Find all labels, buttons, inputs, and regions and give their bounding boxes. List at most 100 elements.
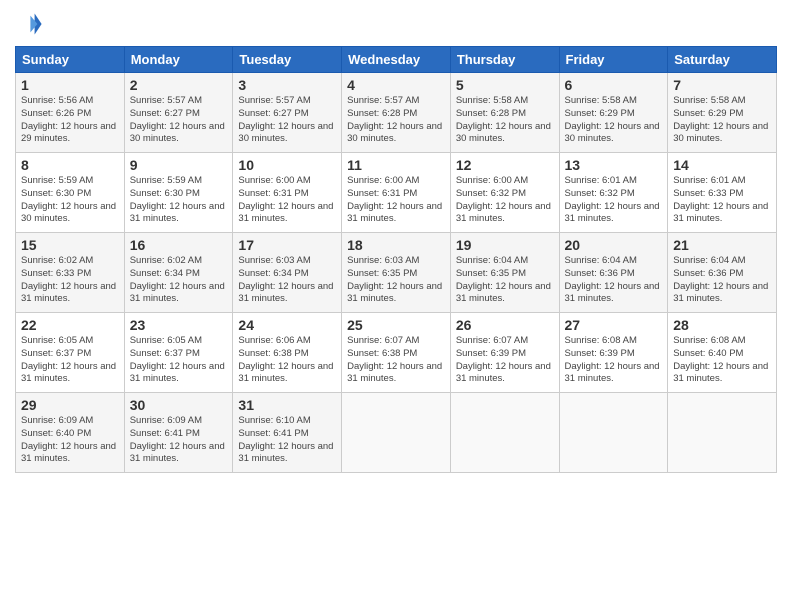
- logo-icon: [15, 10, 43, 38]
- calendar-cell: 22 Sunrise: 6:05 AM Sunset: 6:37 PM Dayl…: [16, 313, 125, 393]
- header-thursday: Thursday: [450, 47, 559, 73]
- day-number: 18: [347, 237, 445, 253]
- calendar-cell: 23 Sunrise: 6:05 AM Sunset: 6:37 PM Dayl…: [124, 313, 233, 393]
- day-number: 25: [347, 317, 445, 333]
- day-info: Sunrise: 6:01 AM Sunset: 6:33 PM Dayligh…: [673, 175, 771, 226]
- day-number: 7: [673, 77, 771, 93]
- days-of-week-row: SundayMondayTuesdayWednesdayThursdayFrid…: [16, 47, 777, 73]
- calendar-cell: [559, 393, 668, 473]
- day-info: Sunrise: 6:00 AM Sunset: 6:32 PM Dayligh…: [456, 175, 554, 226]
- day-info: Sunrise: 5:59 AM Sunset: 6:30 PM Dayligh…: [21, 175, 119, 226]
- day-number: 8: [21, 157, 119, 173]
- day-info: Sunrise: 6:04 AM Sunset: 6:35 PM Dayligh…: [456, 255, 554, 306]
- day-info: Sunrise: 6:02 AM Sunset: 6:34 PM Dayligh…: [130, 255, 228, 306]
- calendar-cell: [450, 393, 559, 473]
- day-number: 28: [673, 317, 771, 333]
- header-tuesday: Tuesday: [233, 47, 342, 73]
- day-number: 9: [130, 157, 228, 173]
- calendar-cell: 31 Sunrise: 6:10 AM Sunset: 6:41 PM Dayl…: [233, 393, 342, 473]
- calendar-cell: 18 Sunrise: 6:03 AM Sunset: 6:35 PM Dayl…: [342, 233, 451, 313]
- day-info: Sunrise: 6:10 AM Sunset: 6:41 PM Dayligh…: [238, 415, 336, 466]
- day-info: Sunrise: 6:05 AM Sunset: 6:37 PM Dayligh…: [130, 335, 228, 386]
- calendar-cell: 10 Sunrise: 6:00 AM Sunset: 6:31 PM Dayl…: [233, 153, 342, 233]
- calendar-cell: 11 Sunrise: 6:00 AM Sunset: 6:31 PM Dayl…: [342, 153, 451, 233]
- week-row-5: 29 Sunrise: 6:09 AM Sunset: 6:40 PM Dayl…: [16, 393, 777, 473]
- calendar-cell: 2 Sunrise: 5:57 AM Sunset: 6:27 PM Dayli…: [124, 73, 233, 153]
- day-number: 1: [21, 77, 119, 93]
- day-info: Sunrise: 6:01 AM Sunset: 6:32 PM Dayligh…: [565, 175, 663, 226]
- day-number: 31: [238, 397, 336, 413]
- day-number: 11: [347, 157, 445, 173]
- calendar-cell: 21 Sunrise: 6:04 AM Sunset: 6:36 PM Dayl…: [668, 233, 777, 313]
- day-number: 5: [456, 77, 554, 93]
- calendar-cell: [668, 393, 777, 473]
- day-number: 19: [456, 237, 554, 253]
- calendar-cell: 26 Sunrise: 6:07 AM Sunset: 6:39 PM Dayl…: [450, 313, 559, 393]
- day-info: Sunrise: 5:57 AM Sunset: 6:27 PM Dayligh…: [130, 95, 228, 146]
- day-info: Sunrise: 5:57 AM Sunset: 6:28 PM Dayligh…: [347, 95, 445, 146]
- day-number: 30: [130, 397, 228, 413]
- header-monday: Monday: [124, 47, 233, 73]
- day-number: 22: [21, 317, 119, 333]
- week-row-2: 8 Sunrise: 5:59 AM Sunset: 6:30 PM Dayli…: [16, 153, 777, 233]
- calendar-body: 1 Sunrise: 5:56 AM Sunset: 6:26 PM Dayli…: [16, 73, 777, 473]
- day-number: 12: [456, 157, 554, 173]
- calendar-cell: 20 Sunrise: 6:04 AM Sunset: 6:36 PM Dayl…: [559, 233, 668, 313]
- calendar-cell: 1 Sunrise: 5:56 AM Sunset: 6:26 PM Dayli…: [16, 73, 125, 153]
- day-info: Sunrise: 6:04 AM Sunset: 6:36 PM Dayligh…: [673, 255, 771, 306]
- header-sunday: Sunday: [16, 47, 125, 73]
- day-info: Sunrise: 6:07 AM Sunset: 6:38 PM Dayligh…: [347, 335, 445, 386]
- calendar-cell: 13 Sunrise: 6:01 AM Sunset: 6:32 PM Dayl…: [559, 153, 668, 233]
- calendar-cell: 25 Sunrise: 6:07 AM Sunset: 6:38 PM Dayl…: [342, 313, 451, 393]
- page-container: SundayMondayTuesdayWednesdayThursdayFrid…: [0, 0, 792, 483]
- day-number: 6: [565, 77, 663, 93]
- day-number: 17: [238, 237, 336, 253]
- day-number: 27: [565, 317, 663, 333]
- day-info: Sunrise: 6:09 AM Sunset: 6:40 PM Dayligh…: [21, 415, 119, 466]
- week-row-1: 1 Sunrise: 5:56 AM Sunset: 6:26 PM Dayli…: [16, 73, 777, 153]
- header-friday: Friday: [559, 47, 668, 73]
- calendar-cell: 17 Sunrise: 6:03 AM Sunset: 6:34 PM Dayl…: [233, 233, 342, 313]
- day-number: 14: [673, 157, 771, 173]
- day-info: Sunrise: 6:08 AM Sunset: 6:40 PM Dayligh…: [673, 335, 771, 386]
- header-saturday: Saturday: [668, 47, 777, 73]
- day-number: 10: [238, 157, 336, 173]
- day-number: 21: [673, 237, 771, 253]
- day-number: 16: [130, 237, 228, 253]
- calendar-cell: [342, 393, 451, 473]
- calendar-cell: 9 Sunrise: 5:59 AM Sunset: 6:30 PM Dayli…: [124, 153, 233, 233]
- day-info: Sunrise: 5:58 AM Sunset: 6:29 PM Dayligh…: [565, 95, 663, 146]
- day-number: 3: [238, 77, 336, 93]
- calendar-table: SundayMondayTuesdayWednesdayThursdayFrid…: [15, 46, 777, 473]
- calendar-cell: 8 Sunrise: 5:59 AM Sunset: 6:30 PM Dayli…: [16, 153, 125, 233]
- day-info: Sunrise: 6:04 AM Sunset: 6:36 PM Dayligh…: [565, 255, 663, 306]
- day-info: Sunrise: 6:08 AM Sunset: 6:39 PM Dayligh…: [565, 335, 663, 386]
- day-number: 15: [21, 237, 119, 253]
- day-number: 24: [238, 317, 336, 333]
- day-number: 29: [21, 397, 119, 413]
- calendar-cell: 14 Sunrise: 6:01 AM Sunset: 6:33 PM Dayl…: [668, 153, 777, 233]
- week-row-4: 22 Sunrise: 6:05 AM Sunset: 6:37 PM Dayl…: [16, 313, 777, 393]
- day-info: Sunrise: 5:57 AM Sunset: 6:27 PM Dayligh…: [238, 95, 336, 146]
- calendar-cell: 24 Sunrise: 6:06 AM Sunset: 6:38 PM Dayl…: [233, 313, 342, 393]
- calendar-cell: 3 Sunrise: 5:57 AM Sunset: 6:27 PM Dayli…: [233, 73, 342, 153]
- day-info: Sunrise: 5:58 AM Sunset: 6:29 PM Dayligh…: [673, 95, 771, 146]
- calendar-cell: 29 Sunrise: 6:09 AM Sunset: 6:40 PM Dayl…: [16, 393, 125, 473]
- day-info: Sunrise: 6:02 AM Sunset: 6:33 PM Dayligh…: [21, 255, 119, 306]
- calendar-cell: 30 Sunrise: 6:09 AM Sunset: 6:41 PM Dayl…: [124, 393, 233, 473]
- day-number: 23: [130, 317, 228, 333]
- calendar-cell: 19 Sunrise: 6:04 AM Sunset: 6:35 PM Dayl…: [450, 233, 559, 313]
- calendar-cell: 6 Sunrise: 5:58 AM Sunset: 6:29 PM Dayli…: [559, 73, 668, 153]
- day-info: Sunrise: 6:07 AM Sunset: 6:39 PM Dayligh…: [456, 335, 554, 386]
- day-info: Sunrise: 6:09 AM Sunset: 6:41 PM Dayligh…: [130, 415, 228, 466]
- calendar-cell: 28 Sunrise: 6:08 AM Sunset: 6:40 PM Dayl…: [668, 313, 777, 393]
- day-number: 26: [456, 317, 554, 333]
- calendar-cell: 4 Sunrise: 5:57 AM Sunset: 6:28 PM Dayli…: [342, 73, 451, 153]
- day-info: Sunrise: 6:03 AM Sunset: 6:35 PM Dayligh…: [347, 255, 445, 306]
- header-wednesday: Wednesday: [342, 47, 451, 73]
- calendar-cell: 27 Sunrise: 6:08 AM Sunset: 6:39 PM Dayl…: [559, 313, 668, 393]
- day-info: Sunrise: 5:58 AM Sunset: 6:28 PM Dayligh…: [456, 95, 554, 146]
- calendar-cell: 16 Sunrise: 6:02 AM Sunset: 6:34 PM Dayl…: [124, 233, 233, 313]
- calendar-cell: 15 Sunrise: 6:02 AM Sunset: 6:33 PM Dayl…: [16, 233, 125, 313]
- day-info: Sunrise: 6:05 AM Sunset: 6:37 PM Dayligh…: [21, 335, 119, 386]
